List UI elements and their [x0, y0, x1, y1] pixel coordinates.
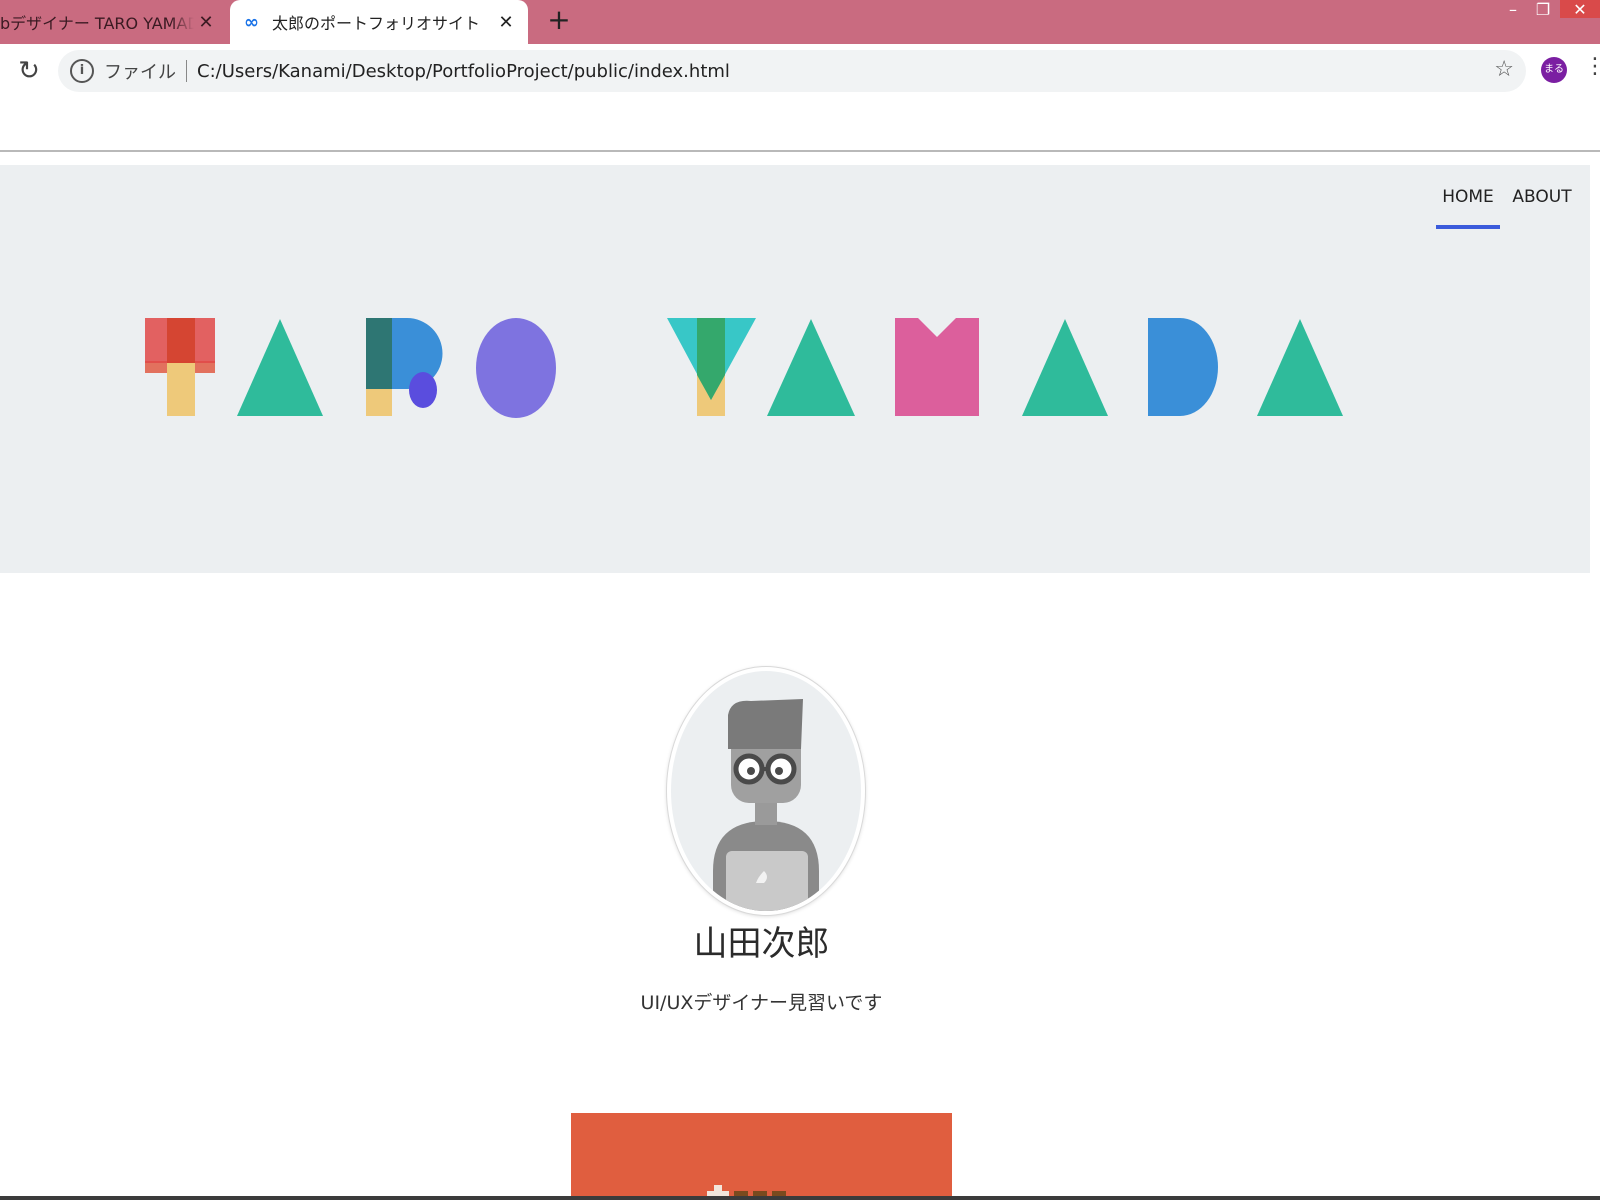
- address-divider: [186, 60, 187, 82]
- tab-close-icon[interactable]: ✕: [494, 12, 518, 33]
- nav-home-link[interactable]: HOME: [1436, 187, 1500, 229]
- profile-avatar[interactable]: まる: [1541, 57, 1567, 83]
- browser-toolbar: ↻ i ファイル C:/Users/Kanami/Desktop/Portfol…: [0, 44, 1600, 100]
- logo-letter-m: [895, 318, 979, 416]
- info-icon[interactable]: i: [70, 59, 94, 83]
- infinity-favicon-icon: ∞: [244, 11, 259, 33]
- logo-letter-t: [145, 318, 215, 416]
- logo-letter-a: [1022, 319, 1108, 416]
- toolbar-divider: [0, 150, 1600, 152]
- works-card[interactable]: [571, 1113, 952, 1200]
- security-chip[interactable]: ファイル: [104, 58, 176, 84]
- profile-name: 山田次郎: [693, 924, 830, 964]
- address-bar[interactable]: i ファイル C:/Users/Kanami/Desktop/Portfolio…: [58, 50, 1526, 92]
- hero-header: HOME ABOUT: [0, 165, 1590, 573]
- restore-window-icon[interactable]: ❐: [1530, 0, 1556, 19]
- reload-icon[interactable]: ↻: [14, 56, 44, 86]
- logo-letter-a: [237, 319, 323, 416]
- avatar-illustration: [713, 699, 819, 911]
- profile-photo: [667, 667, 865, 915]
- tab-title: 太郎のポートフォリオサイト: [272, 14, 481, 33]
- logo-letter-d: [1148, 318, 1218, 416]
- tab-title: bデザイナー TARO YAMADA ポ: [0, 14, 194, 33]
- tab-strip: bデザイナー TARO YAMADA ポ ✕ ∞ 太郎のポートフォリオサイト ✕…: [0, 0, 1600, 44]
- logo-letter-y: [667, 318, 756, 416]
- nav-about-link[interactable]: ABOUT: [1512, 187, 1572, 225]
- close-window-icon[interactable]: ✕: [1560, 0, 1600, 19]
- tab-active[interactable]: ∞ 太郎のポートフォリオサイト ✕: [230, 0, 528, 44]
- url-text[interactable]: C:/Users/Kanami/Desktop/PortfolioProject…: [197, 61, 730, 82]
- card-illustration: [707, 1185, 786, 1200]
- new-tab-button[interactable]: +: [543, 4, 575, 36]
- bottom-edge: [0, 1196, 1600, 1200]
- logo-letter-o: [476, 318, 556, 418]
- profile-tagline: UI/UXデザイナー見習いです: [640, 992, 883, 1014]
- logo-letter-r: [366, 318, 443, 416]
- minimize-window-icon[interactable]: –: [1500, 0, 1526, 19]
- logo-letter-a: [767, 319, 855, 416]
- tab-close-icon[interactable]: ✕: [194, 12, 218, 33]
- bookmark-star-icon[interactable]: ☆: [1494, 57, 1514, 82]
- tab-inactive[interactable]: bデザイナー TARO YAMADA ポ ✕: [0, 0, 228, 44]
- browser-menu-icon[interactable]: ⋮: [1584, 54, 1600, 79]
- taro-yamada-logo: [145, 318, 1343, 418]
- logo-letter-a: [1257, 319, 1343, 416]
